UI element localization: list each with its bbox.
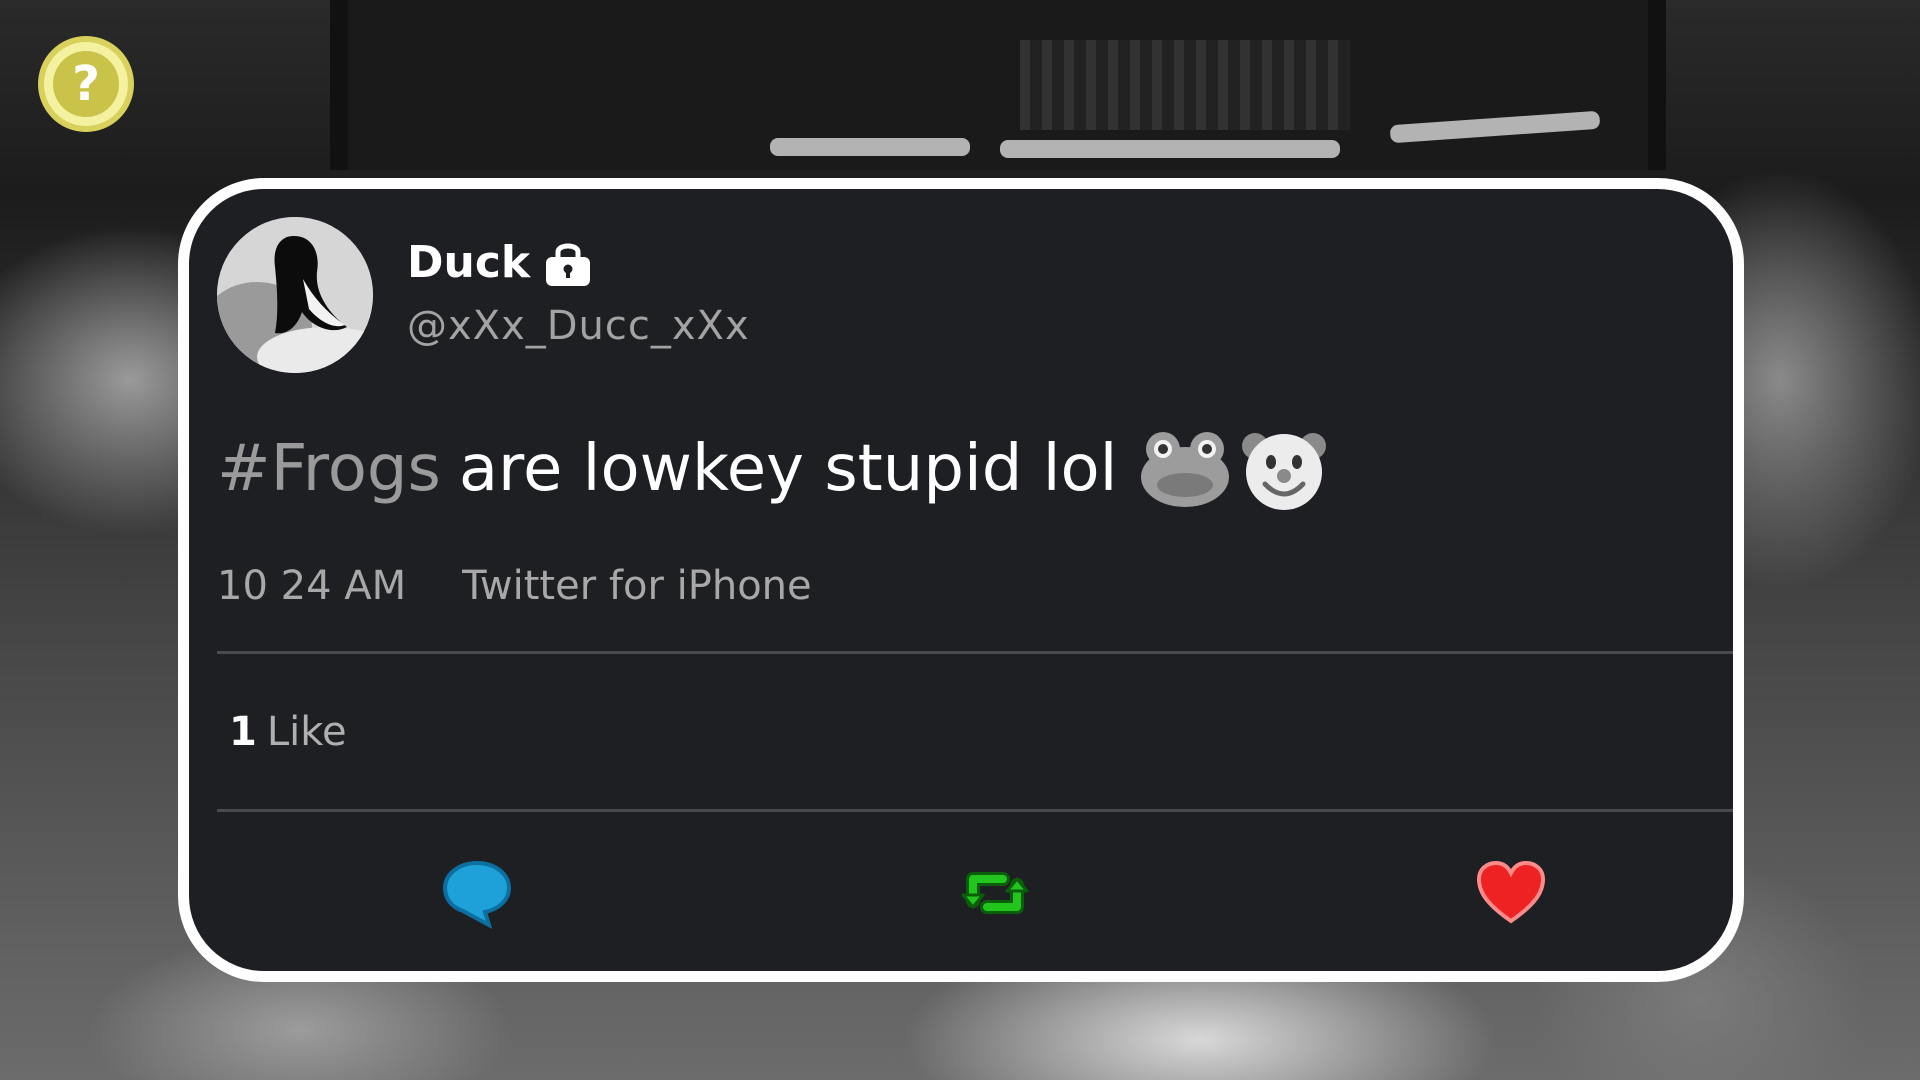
display-name[interactable]: Duck (407, 237, 530, 288)
tweet-text: are lowkey stupid lol (458, 432, 1118, 506)
avatar[interactable] (217, 217, 373, 373)
retweet-icon[interactable] (959, 857, 1031, 929)
background-window-frame (330, 0, 1666, 170)
tweet-card: Duck @xXx_Ducc_xXx #Frogs are lowkey stu… (178, 178, 1744, 982)
help-button-inner: ? (53, 51, 119, 117)
divider (217, 809, 1733, 812)
tweet-time: 10 24 AM (217, 563, 407, 609)
display-name-row: Duck (407, 237, 594, 288)
game-scene: ? Duck @xXx_Ducc_xXx #Frogs are lowkey s… (0, 0, 1920, 1080)
background-light-bar (1000, 140, 1340, 158)
background-shelf (1020, 40, 1350, 130)
reply-icon[interactable] (441, 857, 513, 929)
divider (217, 651, 1733, 654)
help-button[interactable]: ? (38, 36, 134, 132)
lock-icon (546, 243, 591, 286)
likes-label: Like (266, 709, 347, 755)
tweet-body: #Frogs are lowkey stupid lol (217, 424, 1329, 514)
heart-icon[interactable] (1475, 857, 1547, 929)
user-handle[interactable]: @xXx_Ducc_xXx (407, 303, 750, 349)
hashtag-link[interactable]: #Frogs (217, 432, 441, 506)
tweet-meta: 10 24 AM Twitter for iPhone (217, 563, 812, 609)
frog-emoji-icon (1141, 432, 1230, 507)
background-light-bar (770, 138, 970, 156)
goose-avatar-image (217, 217, 373, 373)
tweet-source: Twitter for iPhone (462, 563, 812, 609)
clown-emoji-icon (1242, 433, 1327, 510)
likes-count: 1 (229, 709, 257, 755)
likes-summary[interactable]: 1 Like (229, 709, 347, 755)
question-mark-icon: ? (72, 56, 100, 112)
